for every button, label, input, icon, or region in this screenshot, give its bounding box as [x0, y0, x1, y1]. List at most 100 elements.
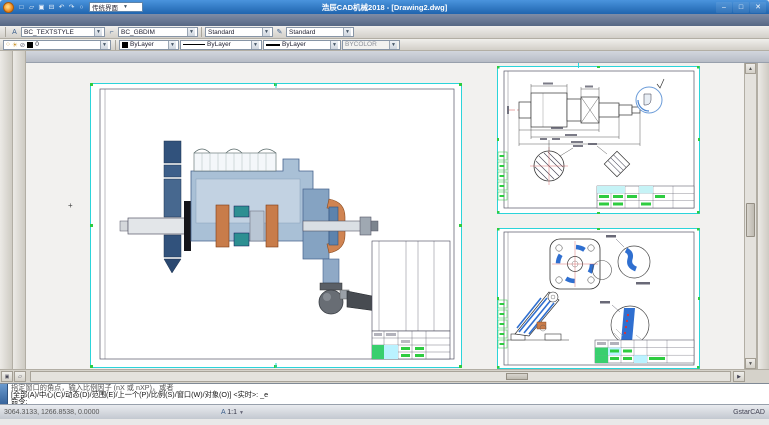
- vertical-scrollbar[interactable]: ▲ ▼: [744, 63, 757, 369]
- linetype-sample: [183, 44, 205, 45]
- quick-access-toolbar: □▱▣⊟↶↷○: [17, 3, 86, 12]
- annotation-scale[interactable]: A 1:1 ▼: [221, 409, 244, 416]
- linetype-combo[interactable]: ByLayer ▼: [180, 40, 262, 50]
- dim-style-combo[interactable]: BC_GBDIM ▼: [118, 27, 198, 37]
- window-controls: –□✕: [716, 2, 766, 13]
- new-icon[interactable]: □: [17, 3, 26, 12]
- workspace-value: 传统界面: [92, 2, 118, 12]
- file-tabs-bar: [26, 51, 769, 63]
- lineweight-combo[interactable]: ByLayer ▼: [263, 40, 341, 50]
- annotation-scale-value: 1:1: [227, 409, 237, 416]
- save-icon[interactable]: ▣: [37, 3, 46, 12]
- redo-icon[interactable]: ↷: [67, 3, 76, 12]
- chevron-down-icon: ▼: [123, 4, 128, 10]
- plot-style-value: BYCOLOR: [345, 41, 377, 48]
- modify-toolbar: [757, 63, 769, 369]
- title-block: [372, 331, 450, 359]
- layer-color-swatch: [27, 42, 33, 48]
- mechanical-toolbar: [13, 51, 26, 369]
- sun-icon: ☀: [12, 41, 18, 49]
- chevron-down-icon: ▼: [187, 28, 195, 36]
- layout-bar: ▣ ▱ ▶: [0, 369, 769, 383]
- color-combo[interactable]: ByLayer ▼: [119, 40, 179, 50]
- command-line-window[interactable]: 指定窗口的角点，输入比例因子 (nX 或 nXP)，或者 [全部(A)/中心(C…: [0, 383, 769, 404]
- layer-combo[interactable]: ○ ☀ ⊘ 0 ▼: [3, 40, 111, 50]
- text-style-value: BC_TEXTSTYLE: [24, 29, 74, 36]
- lineweight-sample: [266, 44, 280, 46]
- chevron-down-icon: ▼: [239, 410, 244, 416]
- color-swatch: [122, 42, 128, 48]
- scroll-up-arrow[interactable]: ▲: [745, 63, 756, 74]
- table-style-value: Standard: [208, 29, 234, 36]
- workspace-combo[interactable]: 传统界面 ▼: [89, 2, 143, 12]
- horizontal-scroll-thumb[interactable]: [506, 373, 528, 380]
- sheet-detail-drawing: [497, 228, 700, 369]
- color-value: ByLayer: [130, 41, 154, 48]
- layers-properties-toolbar: ○ ☀ ⊘ 0 ▼ ByLayer ▼ ByLayer ▼ ByLayer ▼ …: [0, 39, 769, 51]
- window-bottom-edge: [0, 419, 769, 425]
- paper-tick-mark: [578, 63, 579, 68]
- command-history-line: [全部(A)/中心(C)/动态(D)/范围(E)/上一个(P)/比例(S)/窗口…: [11, 391, 766, 398]
- chevron-down-icon: ▼: [100, 41, 108, 49]
- chevron-down-icon: ▼: [251, 41, 259, 49]
- ucs-icon: +: [68, 201, 73, 210]
- brand-label: GstarCAD: [733, 409, 765, 416]
- lock-icon: ⊘: [20, 41, 25, 49]
- status-bar: 3064.3133, 1266.8538, 0.0000 A 1:1 ▼ Gst…: [0, 404, 769, 419]
- mleader-style-combo[interactable]: Standard ▼: [286, 27, 354, 37]
- dim-style-icon[interactable]: ⌐: [106, 27, 117, 38]
- title-block: [597, 186, 694, 208]
- separator: [115, 40, 116, 50]
- close-button[interactable]: ✕: [750, 2, 766, 13]
- open-icon[interactable]: ▱: [27, 3, 36, 12]
- chevron-down-icon: ▼: [330, 41, 338, 49]
- draw-toolbar: [0, 51, 13, 369]
- chevron-down-icon: ▼: [168, 41, 176, 49]
- minimize-button[interactable]: –: [716, 2, 732, 13]
- application-window: □▱▣⊟↶↷○ 传统界面 ▼ 浩辰CAD机械2018 - [Drawing2.d…: [0, 0, 769, 425]
- annotation-scale-icon: A: [221, 409, 225, 416]
- standard-toolbar: A BC_TEXTSTYLE ▼ ⌐ BC_GBDIM ▼ Standard ▼…: [0, 26, 769, 39]
- chevron-down-icon: ▼: [94, 28, 102, 36]
- chevron-down-icon: ▼: [343, 28, 351, 36]
- mleader-style-value: Standard: [289, 29, 315, 36]
- horizontal-scrollbar[interactable]: [30, 371, 731, 382]
- chevron-down-icon: ▼: [389, 41, 397, 49]
- chevron-down-icon: ▼: [262, 28, 270, 36]
- dim-style-value: BC_GBDIM: [121, 29, 155, 36]
- help-icon[interactable]: ○: [77, 3, 86, 12]
- sheet-assembly-drawing: [90, 83, 462, 368]
- statusbar-corner: [746, 371, 768, 382]
- bom-table: [372, 241, 450, 331]
- maximize-button[interactable]: □: [733, 2, 749, 13]
- app-logo-icon[interactable]: [3, 2, 14, 13]
- title-block: [595, 340, 694, 363]
- model-space-icon[interactable]: ▱: [14, 371, 26, 382]
- command-window-grip[interactable]: [0, 384, 8, 404]
- table-style-combo[interactable]: Standard ▼: [205, 27, 273, 37]
- text-style-combo[interactable]: BC_TEXTSTYLE ▼: [21, 27, 105, 37]
- mleader-style-icon[interactable]: ✎: [274, 27, 285, 38]
- paper-space-icon[interactable]: ▣: [1, 371, 13, 382]
- titlebar: □▱▣⊟↶↷○ 传统界面 ▼ 浩辰CAD机械2018 - [Drawing2.d…: [0, 0, 769, 14]
- detail-view-hook: [636, 87, 662, 113]
- lineweight-value: ByLayer: [282, 41, 306, 48]
- undo-icon[interactable]: ↶: [57, 3, 66, 12]
- scroll-down-arrow[interactable]: ▼: [745, 358, 756, 369]
- sheet-shaft-drawing: [497, 66, 700, 214]
- plot-style-combo[interactable]: BYCOLOR ▼: [342, 40, 400, 50]
- text-style-icon[interactable]: A: [9, 27, 20, 38]
- plot-icon[interactable]: ⊟: [47, 3, 56, 12]
- separator: [5, 27, 6, 37]
- separator: [201, 27, 202, 37]
- vertical-scroll-thumb[interactable]: [746, 203, 755, 237]
- linetype-value: ByLayer: [207, 41, 231, 48]
- left-toolbars: [0, 51, 26, 369]
- layer-value: 0: [35, 41, 39, 48]
- bulb-icon: ○: [6, 41, 10, 48]
- menubar: [0, 14, 769, 26]
- drawing-canvas[interactable]: +: [26, 63, 744, 369]
- coordinates-readout: 3064.3133, 1266.8538, 0.0000: [4, 409, 152, 416]
- window-title: 浩辰CAD机械2018 - [Drawing2.dwg]: [150, 2, 619, 13]
- hscroll-right-arrow[interactable]: ▶: [733, 371, 745, 382]
